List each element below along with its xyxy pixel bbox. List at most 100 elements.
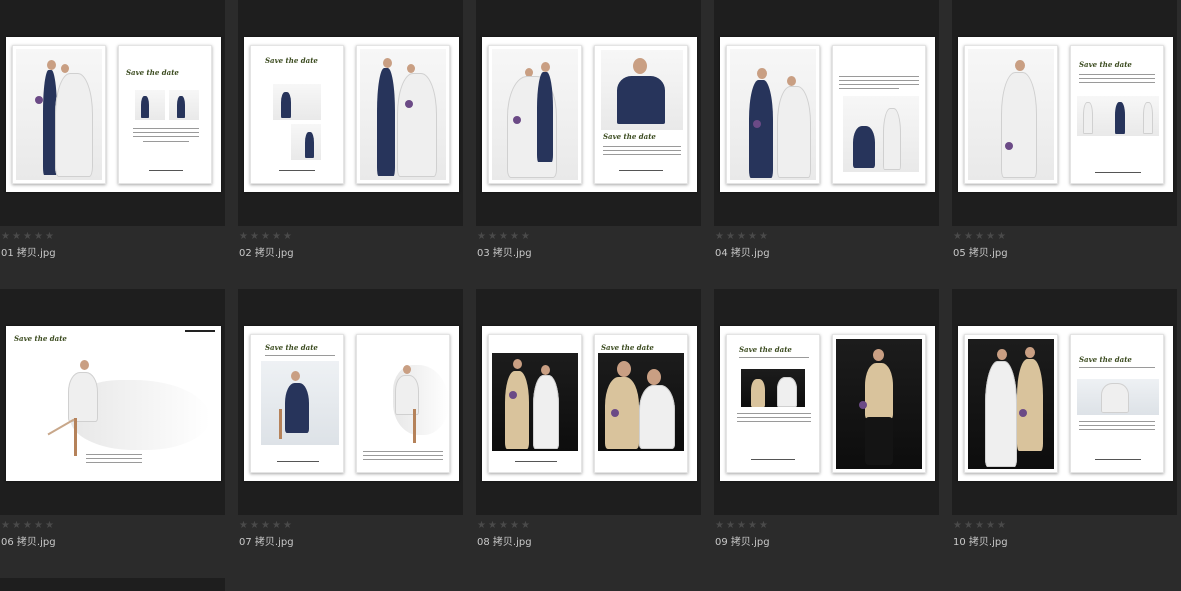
star-icon[interactable]: ★ [283, 521, 292, 531]
star-icon[interactable]: ★ [737, 521, 746, 531]
photo-figure [1001, 72, 1037, 178]
star-icon[interactable]: ★ [1, 232, 10, 242]
rating-stars[interactable]: ★ ★ ★ ★ ★ [953, 232, 1006, 242]
star-icon[interactable]: ★ [759, 521, 768, 531]
star-icon[interactable]: ★ [748, 521, 757, 531]
star-icon[interactable]: ★ [1, 521, 10, 531]
thumbnail-filename[interactable]: 10 拷贝.jpg [953, 533, 1008, 548]
save-the-date-headline: Save the date [739, 345, 792, 354]
star-icon[interactable]: ★ [272, 232, 281, 242]
star-icon[interactable]: ★ [521, 521, 530, 531]
body-text [363, 451, 443, 452]
album-page-right: Save the date [594, 334, 688, 473]
star-icon[interactable]: ★ [964, 232, 973, 242]
star-icon[interactable]: ★ [715, 232, 724, 242]
rating-stars[interactable]: ★ ★ ★ ★ ★ [715, 521, 768, 531]
star-icon[interactable]: ★ [953, 232, 962, 242]
thumbnail-frame[interactable]: Save the date [952, 289, 1177, 515]
star-icon[interactable]: ★ [975, 232, 984, 242]
star-icon[interactable]: ★ [488, 521, 497, 531]
body-text [839, 88, 899, 89]
star-icon[interactable]: ★ [250, 521, 259, 531]
thumbnail-filename[interactable]: 06 拷贝.jpg [1, 533, 56, 548]
star-icon[interactable]: ★ [726, 232, 735, 242]
photo-figure [403, 365, 411, 374]
rating-stars[interactable]: ★ ★ ★ ★ ★ [239, 232, 292, 242]
photo-figure [407, 64, 415, 73]
thumbnail-frame[interactable]: Save the date [238, 289, 463, 515]
star-icon[interactable]: ★ [986, 232, 995, 242]
rating-stars[interactable]: ★ ★ ★ ★ ★ [1, 232, 54, 242]
album-spread-image: Save the date [482, 326, 697, 481]
star-icon[interactable]: ★ [45, 521, 54, 531]
thumbnail-filename[interactable]: 03 拷贝.jpg [477, 244, 532, 259]
thumbnail-filename[interactable]: 01 拷贝.jpg [1, 244, 56, 259]
star-icon[interactable]: ★ [239, 232, 248, 242]
photo-figure [177, 96, 185, 118]
star-icon[interactable]: ★ [283, 232, 292, 242]
thumbnail-filename[interactable]: 08 拷贝.jpg [477, 533, 532, 548]
thumbnail-frame[interactable] [714, 0, 939, 226]
star-icon[interactable]: ★ [34, 521, 43, 531]
star-icon[interactable]: ★ [261, 232, 270, 242]
star-icon[interactable]: ★ [499, 232, 508, 242]
star-icon[interactable]: ★ [23, 521, 32, 531]
thumbnail-filename[interactable]: 09 拷贝.jpg [715, 533, 770, 548]
rating-stars[interactable]: ★ ★ ★ ★ ★ [953, 521, 1006, 531]
bouquet [1019, 409, 1027, 417]
thumbnail-frame[interactable]: Save the date [714, 289, 939, 515]
body-text [86, 454, 142, 455]
star-icon[interactable]: ★ [748, 232, 757, 242]
star-icon[interactable]: ★ [488, 232, 497, 242]
star-icon[interactable]: ★ [45, 232, 54, 242]
star-icon[interactable]: ★ [272, 521, 281, 531]
star-icon[interactable]: ★ [975, 521, 984, 531]
thumbnail-frame[interactable]: Save the date [476, 289, 701, 515]
star-icon[interactable]: ★ [250, 232, 259, 242]
star-icon[interactable]: ★ [261, 521, 270, 531]
star-icon[interactable]: ★ [510, 521, 519, 531]
thumbnail-frame[interactable]: Save the date [476, 0, 701, 226]
star-icon[interactable]: ★ [953, 521, 962, 531]
photo-figure [777, 86, 811, 178]
thumbnail-frame-partial[interactable] [0, 578, 225, 591]
photo-figure [47, 60, 56, 70]
star-icon[interactable]: ★ [239, 521, 248, 531]
star-icon[interactable]: ★ [964, 521, 973, 531]
thumbnail-filename[interactable]: 05 拷贝.jpg [953, 244, 1008, 259]
thumbnail-frame[interactable]: Save the date [952, 0, 1177, 226]
star-icon[interactable]: ★ [997, 521, 1006, 531]
thumbnail-filename[interactable]: 07 拷贝.jpg [239, 533, 294, 548]
star-icon[interactable]: ★ [477, 232, 486, 242]
rating-stars[interactable]: ★ ★ ★ ★ ★ [239, 521, 292, 531]
thumbnail-frame[interactable]: Save the date [238, 0, 463, 226]
star-icon[interactable]: ★ [715, 521, 724, 531]
rating-stars[interactable]: ★ ★ ★ ★ ★ [715, 232, 768, 242]
photo-figure [617, 76, 665, 124]
star-icon[interactable]: ★ [521, 232, 530, 242]
star-icon[interactable]: ★ [997, 232, 1006, 242]
star-icon[interactable]: ★ [23, 232, 32, 242]
star-icon[interactable]: ★ [737, 232, 746, 242]
star-icon[interactable]: ★ [759, 232, 768, 242]
star-icon[interactable]: ★ [726, 521, 735, 531]
star-icon[interactable]: ★ [12, 232, 21, 242]
star-icon[interactable]: ★ [477, 521, 486, 531]
photo-figure [985, 361, 1017, 467]
star-icon[interactable]: ★ [34, 232, 43, 242]
thumbnail-frame[interactable]: Save the date [0, 289, 225, 515]
rating-stars[interactable]: ★ ★ ★ ★ ★ [1, 521, 54, 531]
photo-figure [141, 96, 149, 118]
photo-figure [55, 73, 93, 177]
star-icon[interactable]: ★ [510, 232, 519, 242]
star-icon[interactable]: ★ [986, 521, 995, 531]
star-icon[interactable]: ★ [499, 521, 508, 531]
thumbnail-filename[interactable]: 02 拷贝.jpg [239, 244, 294, 259]
rating-stars[interactable]: ★ ★ ★ ★ ★ [477, 521, 530, 531]
thumbnail-filename[interactable]: 04 拷贝.jpg [715, 244, 770, 259]
photo-figure [513, 359, 522, 369]
rating-stars[interactable]: ★ ★ ★ ★ ★ [477, 232, 530, 242]
thumbnail-frame[interactable]: Save the date [0, 0, 225, 226]
star-icon[interactable]: ★ [12, 521, 21, 531]
signature-text [1095, 172, 1141, 173]
